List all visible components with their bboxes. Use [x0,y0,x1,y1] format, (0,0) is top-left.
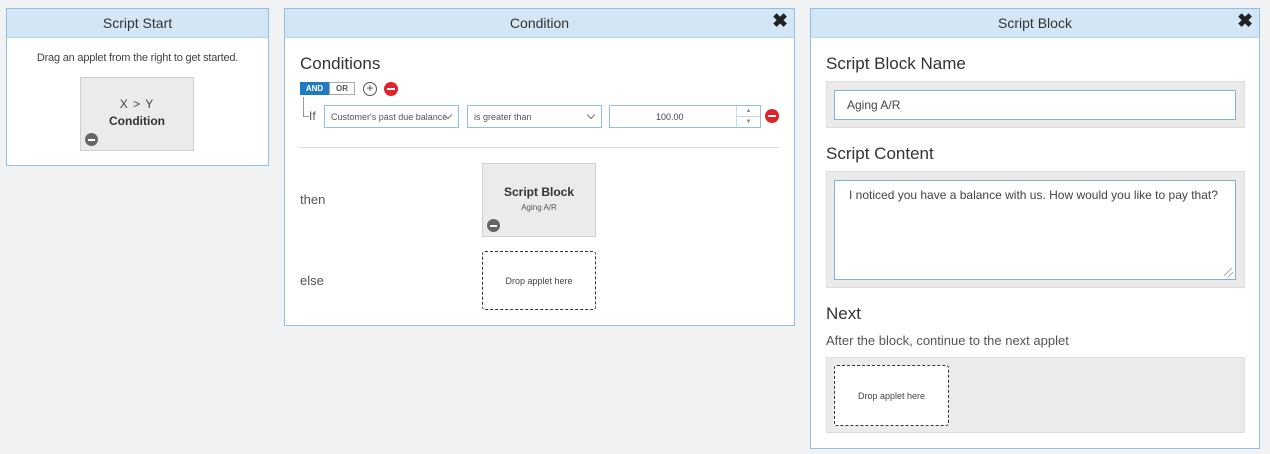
operator-select-value: is greater than [474,111,532,122]
condition-applet-label: Condition [109,114,165,128]
then-applet-name: Script Block [503,185,575,199]
next-drop-zone[interactable]: Drop applet here [834,365,949,426]
script-block-header: Script Block ✖ [811,9,1259,38]
else-drop-zone[interactable]: Drop applet here [482,251,596,310]
script-content-textarea[interactable]: I noticed you have a balance with us. Ho… [834,180,1236,280]
resize-grip-icon[interactable] [1224,268,1233,277]
remove-applet-icon[interactable] [85,133,98,146]
script-content-text: I noticed you have a balance with us. Ho… [849,188,1218,202]
remove-applet-icon[interactable] [487,219,500,232]
next-note: After the block, continue to the next ap… [826,333,1069,348]
operator-select[interactable]: is greater than [467,105,602,128]
and-or-toggle[interactable]: AND OR [300,82,355,95]
next-heading: Next [826,304,861,323]
add-condition-icon[interactable]: + [363,82,377,96]
amount-value: 100.00 [656,111,684,122]
content-heading: Script Content [826,144,934,163]
condition-panel: Condition ✖ Conditions AND OR + If Custo… [284,8,795,326]
block-name-input[interactable]: Aging A/R [834,90,1236,120]
condition-applet[interactable]: X > Y Condition [80,77,194,151]
close-icon[interactable]: ✖ [772,12,788,32]
script-block-panel: Script Block ✖ Script Block Name Aging A… [810,8,1260,449]
script-start-title: Script Start [102,15,173,31]
or-toggle[interactable]: OR [329,82,355,95]
field-select[interactable]: Customer's past due balance [324,105,459,128]
spin-up-icon[interactable]: ▲ [737,106,760,117]
if-label: If [309,109,316,123]
divider [299,147,779,148]
field-select-value: Customer's past due balance [331,111,448,122]
spin-down-icon[interactable]: ▼ [737,117,760,128]
and-toggle[interactable]: AND [300,82,329,95]
else-label: else [300,273,324,288]
close-icon[interactable]: ✖ [1237,12,1253,32]
amount-input[interactable]: 100.00 ▲ ▼ [609,105,761,128]
amount-spinner[interactable]: ▲ ▼ [736,106,760,127]
chevron-down-icon [586,110,596,120]
then-label: then [300,192,326,207]
condition-symbol: X > Y [119,97,155,111]
start-hint: Drag an applet from the right to get sta… [36,52,239,64]
script-start-panel: Script Start Drag an applet from the rig… [6,8,269,166]
remove-condition-icon[interactable] [765,109,779,123]
then-applet-sub: Aging A/R [521,203,557,212]
remove-group-icon[interactable] [384,82,398,96]
then-applet[interactable]: Script Block Aging A/R [482,163,596,237]
condition-header: Condition ✖ [285,9,794,38]
condition-title: Condition [509,15,570,31]
script-block-title: Script Block [998,15,1072,31]
script-start-header: Script Start [7,9,268,38]
conditions-heading: Conditions [300,54,381,73]
block-name-heading: Script Block Name [826,54,966,73]
